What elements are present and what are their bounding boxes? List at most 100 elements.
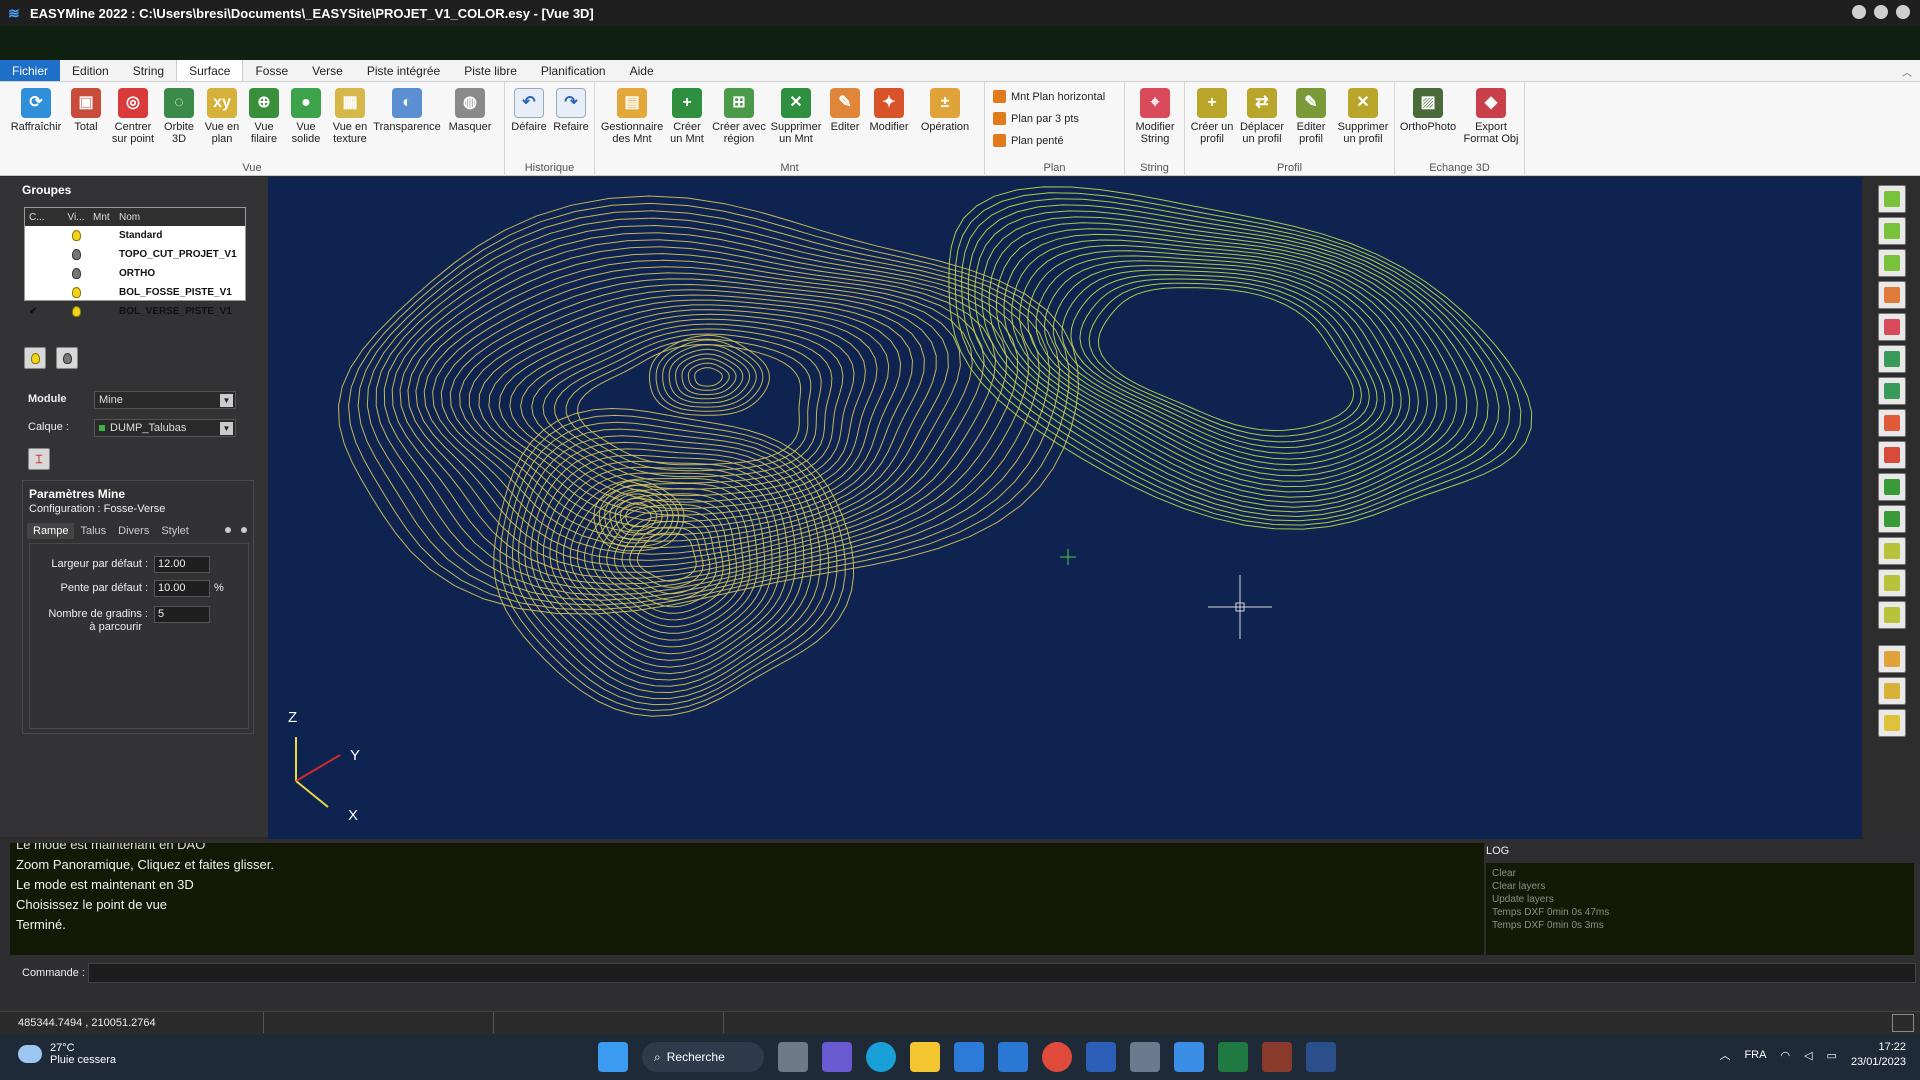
right-tool-button[interactable] [1878,505,1906,533]
notepad-icon[interactable] [1174,1042,1204,1072]
edge-icon[interactable] [866,1042,896,1072]
edit-profile-button[interactable]: ✎ Editer profil [1289,88,1333,145]
command-input[interactable] [88,963,1916,983]
texture-view-button[interactable]: ▦ Vue en texture [330,88,370,145]
sloped-plane-button[interactable]: Plan penté [993,134,1064,147]
maximize-button[interactable] [1874,5,1888,19]
ribbon-collapse-icon[interactable]: ︿ [1902,64,1912,79]
task-view-icon[interactable] [778,1042,808,1072]
language-indicator[interactable]: FRA [1744,1049,1766,1061]
right-tool-button[interactable] [1878,473,1906,501]
tab-edition[interactable]: Edition [60,60,121,81]
gradins-input[interactable]: 5 [154,606,210,623]
minimize-button[interactable] [1852,5,1866,19]
windows-start-icon[interactable] [598,1042,628,1072]
tab-fichier[interactable]: Fichier [0,60,61,81]
speaker-muted-icon[interactable]: ◁ [1804,1049,1812,1062]
transparency-button[interactable]: ◐ Transparence [372,88,442,133]
table-row[interactable]: ✔ BOL_VERSE_PISTE_V1 [25,302,245,321]
right-tool-button[interactable] [1878,345,1906,373]
scroll-right-dot[interactable] [241,527,247,533]
tab-surface[interactable]: Surface [176,60,244,81]
lightbulb-on-icon[interactable] [71,287,81,298]
tab-planification[interactable]: Planification [529,60,618,81]
tab-divers[interactable]: Divers [112,523,155,539]
store-icon[interactable] [954,1042,984,1072]
right-tool-button[interactable] [1878,441,1906,469]
edit-mnt-button[interactable]: ✎ Editer [827,88,863,133]
mnt-manager-button[interactable]: ▤ Gestionnaire des Mnt [599,88,665,145]
tab-talus[interactable]: Talus [74,523,112,539]
table-row[interactable]: BOL_FOSSE_PISTE_V1 [25,283,245,302]
chrome-icon[interactable] [1042,1042,1072,1072]
right-tool-button[interactable] [1878,677,1906,705]
right-tool-button[interactable] [1878,569,1906,597]
operation-mnt-button[interactable]: ± Opération [917,88,973,133]
module-select[interactable]: Mine ▼ [94,391,236,409]
close-button[interactable] [1896,5,1910,19]
tab-fosse[interactable]: Fosse [243,60,300,81]
tab-rampe[interactable]: Rampe [27,523,75,539]
excel-icon[interactable] [1218,1042,1248,1072]
tab-piste-libre[interactable]: Piste libre [452,60,529,81]
chevron-up-icon[interactable]: ︿ [1719,1047,1730,1063]
right-tool-button[interactable] [1878,645,1906,673]
lightbulb-on-icon[interactable] [71,306,81,317]
checkmark-icon[interactable]: ✔ [25,306,59,317]
taskbar-search[interactable]: ⌕ Recherche [642,1042,764,1072]
wifi-icon[interactable]: ◠ [1780,1049,1790,1062]
right-tool-button[interactable] [1878,377,1906,405]
center-on-point-button[interactable]: ◎ Centrer sur point [108,88,158,145]
lightbulb-off-icon[interactable] [71,268,81,279]
modify-string-button[interactable]: ⌖ Modifier String [1129,88,1181,145]
plan-view-button[interactable]: xy Vue en plan [202,88,242,145]
move-profile-button[interactable]: ⇄ Déplacer un profil [1237,88,1287,145]
zoom-total-button[interactable]: ▣ Total [66,88,106,133]
layer-tool-button[interactable]: ⌶ [28,448,50,470]
tab-stylet[interactable]: Stylet [155,523,195,539]
wireframe-view-button[interactable]: ⊕ Vue filaire [246,88,282,145]
battery-icon[interactable]: ▭ [1827,1049,1837,1062]
table-row[interactable]: ORTHO [25,264,245,283]
word-icon[interactable] [1086,1042,1116,1072]
hide-button[interactable]: ◍ Masquer [446,88,494,133]
pente-input[interactable]: 10.00 [154,580,210,597]
create-mnt-button[interactable]: + Créer un Mnt [667,88,707,145]
orthophoto-button[interactable]: ▨ OrthoPhoto [1399,88,1457,133]
undo-button[interactable]: ↶ Défaire [509,88,549,133]
scroll-left-dot[interactable] [225,527,231,533]
tab-string[interactable]: String [121,60,176,81]
tab-verse[interactable]: Verse [300,60,355,81]
app-icon[interactable] [1262,1042,1292,1072]
lightbulb-on-icon[interactable] [71,230,81,241]
mail-icon[interactable] [998,1042,1028,1072]
right-tool-button[interactable] [1878,601,1906,629]
right-tool-button[interactable] [1878,709,1906,737]
delete-profile-button[interactable]: ✕ Supprimer un profil [1335,88,1391,145]
largeur-input[interactable]: 12.00 [154,556,210,573]
redo-button[interactable]: ↷ Refaire [551,88,591,133]
plane-3pts-button[interactable]: Plan par 3 pts [993,112,1079,125]
create-region-button[interactable]: ⊞ Créer avec région [711,88,767,145]
3d-viewport[interactable]: Z Y X [268,177,1862,839]
right-tool-button[interactable] [1878,313,1906,341]
calculator-icon[interactable] [1130,1042,1160,1072]
easymine-taskbar-icon[interactable] [1306,1042,1336,1072]
right-tool-button[interactable] [1878,249,1906,277]
create-profile-button[interactable]: + Créer un profil [1189,88,1235,145]
refresh-button[interactable]: ⟳ Raffraîchir [8,88,64,133]
weather-widget[interactable]: 27°C Pluie cessera [18,1042,116,1066]
tab-aide[interactable]: Aide [618,60,666,81]
file-explorer-icon[interactable] [910,1042,940,1072]
lightbulb-off-icon[interactable] [71,249,81,260]
table-row[interactable]: Standard [25,226,245,245]
right-tool-button[interactable] [1878,185,1906,213]
right-tool-button[interactable] [1878,537,1906,565]
teams-icon[interactable] [822,1042,852,1072]
right-tool-button[interactable] [1878,281,1906,309]
export-obj-button[interactable]: ◆ Export Format Obj [1461,88,1521,145]
solid-view-button[interactable]: ● Vue solide [286,88,326,145]
tab-piste-integree[interactable]: Piste intégrée [355,60,452,81]
table-row[interactable]: TOPO_CUT_PROJET_V1 [25,245,245,264]
show-all-button[interactable] [24,347,46,369]
